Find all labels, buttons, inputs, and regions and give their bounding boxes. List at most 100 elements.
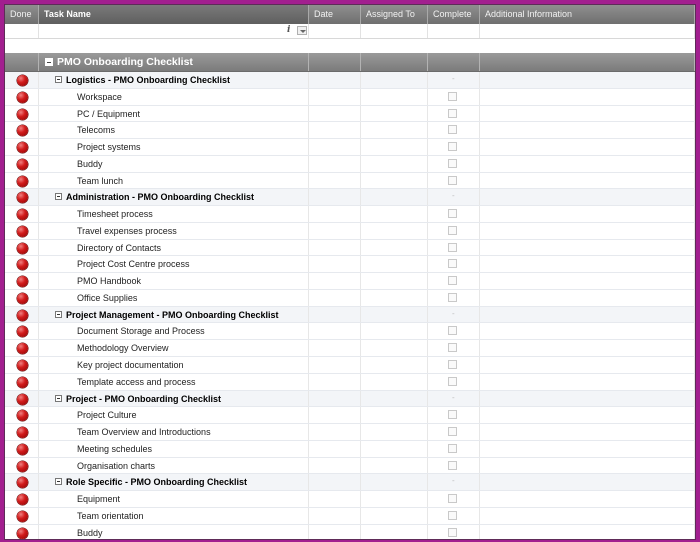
task-row[interactable]: Project systems bbox=[5, 139, 695, 156]
cell-assigned bbox=[361, 155, 428, 172]
task-row[interactable]: Project Cost Centre process bbox=[5, 256, 695, 274]
complete-checkbox[interactable] bbox=[448, 276, 457, 286]
filter-row: i bbox=[5, 24, 695, 39]
complete-checkbox[interactable] bbox=[448, 225, 457, 235]
complete-checkbox[interactable] bbox=[448, 91, 457, 101]
cell-info bbox=[480, 72, 695, 88]
cell-date bbox=[309, 53, 361, 71]
complete-checkbox[interactable] bbox=[448, 142, 457, 152]
task-label: Office Supplies bbox=[77, 292, 138, 303]
task-row[interactable]: Office Supplies bbox=[5, 289, 695, 307]
complete-checkbox[interactable] bbox=[448, 427, 457, 437]
status-dot-icon bbox=[17, 443, 28, 455]
complete-checkbox[interactable] bbox=[448, 376, 457, 386]
task-label: Travel expenses process bbox=[77, 225, 177, 236]
dropdown-arrow-icon[interactable] bbox=[297, 26, 307, 35]
task-row[interactable]: Key project documentation bbox=[5, 357, 695, 374]
task-row[interactable]: Methodology Overview bbox=[5, 340, 695, 358]
column-date[interactable]: Date bbox=[309, 5, 361, 24]
task-row[interactable]: Workspace bbox=[5, 88, 695, 106]
task-row[interactable]: Template access and process bbox=[5, 373, 695, 391]
complete-checkbox[interactable] bbox=[448, 292, 457, 302]
task-row[interactable]: Equipment bbox=[5, 491, 695, 508]
cell-assigned bbox=[361, 189, 428, 206]
cell-assigned bbox=[361, 88, 428, 105]
task-label: Document Storage and Process bbox=[77, 326, 205, 337]
column-done[interactable]: Done bbox=[5, 5, 39, 24]
complete-checkbox[interactable] bbox=[448, 259, 457, 269]
task-label: Meeting schedules bbox=[77, 443, 153, 454]
task-row[interactable]: Telecoms bbox=[5, 122, 695, 140]
task-row[interactable]: PMO Handbook bbox=[5, 273, 695, 290]
collapse-toggle-icon[interactable] bbox=[55, 193, 62, 201]
status-dot-icon bbox=[17, 460, 28, 472]
complete-checkbox[interactable] bbox=[448, 460, 457, 470]
status-dot-icon bbox=[17, 292, 28, 304]
complete-checkbox[interactable] bbox=[448, 343, 457, 353]
complete-checkbox[interactable] bbox=[448, 326, 457, 336]
cell-info bbox=[480, 440, 695, 457]
task-row[interactable]: Travel expenses process bbox=[5, 222, 695, 240]
complete-checkbox[interactable] bbox=[448, 510, 457, 520]
complete-checkbox[interactable] bbox=[448, 242, 457, 252]
collapse-toggle-icon[interactable] bbox=[55, 310, 62, 318]
complete-checkbox[interactable] bbox=[448, 360, 457, 370]
complete-checkbox[interactable] bbox=[448, 108, 457, 118]
cell-assigned bbox=[361, 340, 428, 357]
column-assigned-to[interactable]: Assigned To bbox=[361, 5, 428, 24]
column-complete[interactable]: Complete bbox=[428, 5, 480, 24]
status-dot-icon bbox=[17, 360, 28, 372]
root-label: PMO Onboarding Checklist bbox=[57, 56, 193, 68]
cell-info bbox=[480, 524, 695, 539]
task-label: Project Cost Centre process bbox=[77, 259, 190, 270]
cell-date bbox=[309, 239, 361, 256]
cell-date bbox=[309, 206, 361, 222]
collapse-toggle-icon[interactable] bbox=[55, 394, 62, 402]
task-label: PMO Handbook bbox=[77, 276, 142, 287]
task-label: Template access and process bbox=[77, 376, 196, 387]
complete-checkbox[interactable] bbox=[448, 125, 457, 135]
column-additional-info[interactable]: Additional Information bbox=[480, 5, 695, 24]
collapse-toggle-icon[interactable] bbox=[55, 478, 62, 486]
group-row[interactable]: Logistics - PMO Onboarding Checklist - bbox=[5, 72, 695, 89]
cell-info bbox=[480, 122, 695, 139]
task-row[interactable]: Team Overview and Introductions bbox=[5, 424, 695, 441]
root-row[interactable]: PMO Onboarding Checklist bbox=[5, 53, 695, 72]
complete-checkbox[interactable] bbox=[448, 175, 457, 185]
cell-assigned bbox=[361, 172, 428, 189]
task-row[interactable]: Organisation charts bbox=[5, 457, 695, 475]
column-task-name[interactable]: Task Name bbox=[39, 5, 309, 24]
collapse-toggle-icon[interactable] bbox=[55, 76, 62, 83]
cell-info bbox=[480, 189, 695, 206]
task-row[interactable]: Meeting schedules bbox=[5, 440, 695, 458]
group-row[interactable]: Role Specific - PMO Onboarding Checklist… bbox=[5, 474, 695, 492]
task-row[interactable]: Document Storage and Process bbox=[5, 323, 695, 341]
cell-date bbox=[309, 323, 361, 340]
task-row[interactable]: Buddy bbox=[5, 524, 695, 539]
task-row[interactable]: Timesheet process bbox=[5, 206, 695, 223]
task-row[interactable]: Team lunch bbox=[5, 172, 695, 190]
complete-checkbox[interactable] bbox=[448, 209, 457, 219]
status-dot-icon bbox=[17, 108, 28, 120]
complete-placeholder: - bbox=[452, 191, 455, 201]
filter-cell-task: i bbox=[39, 24, 309, 38]
complete-checkbox[interactable] bbox=[448, 527, 457, 537]
group-row[interactable]: Project - PMO Onboarding Checklist - bbox=[5, 390, 695, 408]
info-icon[interactable]: i bbox=[287, 25, 290, 35]
cell-info bbox=[480, 139, 695, 155]
task-row[interactable]: Team orientation bbox=[5, 507, 695, 525]
complete-checkbox[interactable] bbox=[448, 443, 457, 453]
complete-checkbox[interactable] bbox=[448, 494, 457, 504]
complete-checkbox[interactable] bbox=[448, 410, 457, 420]
task-row[interactable]: PC / Equipment bbox=[5, 105, 695, 123]
task-row[interactable]: Project Culture bbox=[5, 407, 695, 425]
cell-assigned bbox=[361, 440, 428, 457]
cell-assigned bbox=[361, 407, 428, 424]
group-row[interactable]: Project Management - PMO Onboarding Chec… bbox=[5, 306, 695, 324]
collapse-toggle-icon[interactable] bbox=[45, 58, 53, 66]
group-row[interactable]: Administration - PMO Onboarding Checklis… bbox=[5, 189, 695, 207]
cell-info bbox=[480, 507, 695, 524]
complete-checkbox[interactable] bbox=[448, 158, 457, 168]
task-row[interactable]: Buddy bbox=[5, 155, 695, 173]
task-row[interactable]: Directory of Contacts bbox=[5, 239, 695, 257]
